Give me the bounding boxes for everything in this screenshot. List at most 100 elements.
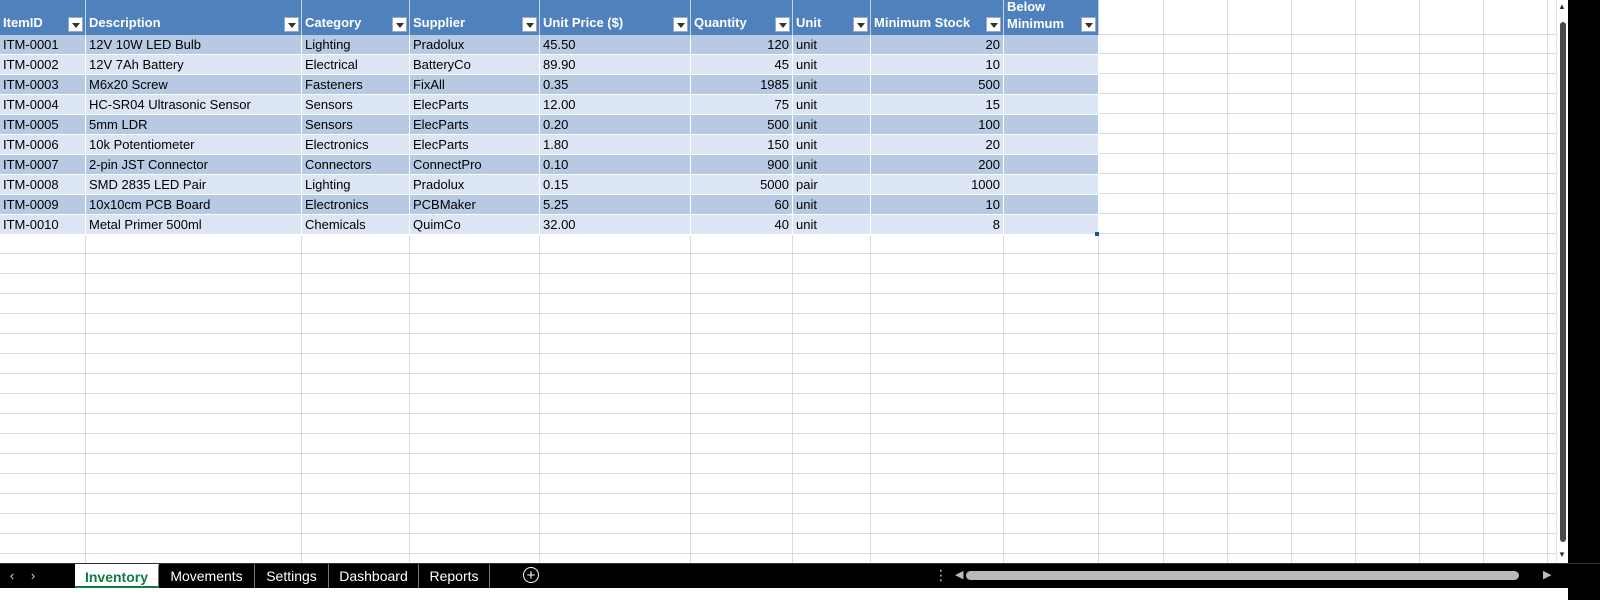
table-cell-price[interactable]: 5.25 — [540, 195, 691, 215]
table-cell-category[interactable]: Electronics — [302, 195, 410, 215]
table-cell-unit[interactable]: pair — [793, 175, 871, 195]
grid-cell[interactable] — [871, 454, 1004, 474]
grid-cell[interactable] — [1356, 74, 1420, 94]
sheet-tab[interactable]: Inventory — [75, 564, 159, 588]
grid-cell[interactable] — [1356, 34, 1420, 54]
filter-dropdown-icon[interactable] — [68, 17, 83, 32]
grid-cell[interactable] — [0, 474, 86, 494]
grid-cell[interactable] — [1484, 334, 1548, 354]
table-cell-supplier[interactable]: BatteryCo — [410, 55, 540, 75]
grid-cell[interactable] — [1099, 94, 1164, 114]
table-cell-below-min[interactable] — [1004, 135, 1099, 155]
grid-cell[interactable] — [1004, 294, 1099, 314]
grid-cell[interactable] — [540, 394, 691, 414]
table-cell-description[interactable]: 5mm LDR — [86, 115, 302, 135]
table-cell-category[interactable]: Electrical — [302, 55, 410, 75]
table-cell-description[interactable]: SMD 2835 LED Pair — [86, 175, 302, 195]
filter-dropdown-icon[interactable] — [986, 17, 1001, 32]
table-cell-description[interactable]: 10x10cm PCB Board — [86, 195, 302, 215]
table-cell-price[interactable]: 0.35 — [540, 75, 691, 95]
grid-cell[interactable] — [1164, 194, 1228, 214]
grid-cell[interactable] — [1228, 174, 1292, 194]
grid-cell[interactable] — [540, 274, 691, 294]
grid-cell[interactable] — [1420, 154, 1484, 174]
grid-cell[interactable] — [0, 354, 86, 374]
grid-cell[interactable] — [0, 254, 86, 274]
grid-cell[interactable] — [1292, 414, 1356, 434]
grid-cell[interactable] — [1099, 0, 1164, 35]
grid-cell[interactable] — [1420, 234, 1484, 254]
grid-cell[interactable] — [0, 314, 86, 334]
grid-cell[interactable] — [1164, 254, 1228, 274]
scroll-right-arrow-icon[interactable]: ▶ — [1543, 568, 1551, 581]
grid-cell[interactable] — [691, 474, 793, 494]
grid-cell[interactable] — [1292, 534, 1356, 554]
grid-cell[interactable] — [410, 314, 540, 334]
grid-cell[interactable] — [691, 234, 793, 254]
table-cell-supplier[interactable]: ElecParts — [410, 115, 540, 135]
table-cell-id[interactable]: ITM-0010 — [0, 215, 86, 235]
grid-cell[interactable] — [1356, 234, 1420, 254]
grid-cell[interactable] — [410, 334, 540, 354]
grid-cell[interactable] — [1356, 114, 1420, 134]
table-cell-category[interactable]: Lighting — [302, 175, 410, 195]
grid-cell[interactable] — [793, 314, 871, 334]
grid-cell[interactable] — [1484, 214, 1548, 234]
grid-cell[interactable] — [1164, 54, 1228, 74]
grid-cell[interactable] — [1099, 454, 1164, 474]
grid-cell[interactable] — [540, 414, 691, 434]
grid-cell[interactable] — [1164, 314, 1228, 334]
grid-cell[interactable] — [0, 234, 86, 254]
grid-cell[interactable] — [1484, 234, 1548, 254]
table-cell-supplier[interactable]: FixAll — [410, 75, 540, 95]
grid-cell[interactable] — [1484, 34, 1548, 54]
grid-cell[interactable] — [1356, 274, 1420, 294]
grid-cell[interactable] — [1292, 174, 1356, 194]
grid-cell[interactable] — [871, 394, 1004, 414]
grid-cell[interactable] — [86, 234, 302, 254]
grid-cell[interactable] — [871, 314, 1004, 334]
grid-cell[interactable] — [871, 434, 1004, 454]
grid-cell[interactable] — [793, 534, 871, 554]
grid-cell[interactable] — [1292, 254, 1356, 274]
sheet-tab[interactable]: Movements — [159, 564, 255, 588]
grid-cell[interactable] — [1164, 434, 1228, 454]
grid-cell[interactable] — [1356, 0, 1420, 35]
grid-cell[interactable] — [1292, 54, 1356, 74]
table-cell-quantity[interactable]: 900 — [691, 155, 793, 175]
grid-cell[interactable] — [1420, 254, 1484, 274]
spreadsheet-grid[interactable]: ItemID Description Category Supplier Unit Pr… — [0, 0, 1600, 572]
grid-cell[interactable] — [1099, 74, 1164, 94]
grid-cell[interactable] — [793, 414, 871, 434]
grid-cell[interactable] — [1356, 194, 1420, 214]
table-cell-supplier[interactable]: Pradolux — [410, 175, 540, 195]
grid-cell[interactable] — [1484, 374, 1548, 394]
table-cell-id[interactable]: ITM-0003 — [0, 75, 86, 95]
grid-cell[interactable] — [1228, 134, 1292, 154]
grid-cell[interactable] — [1484, 514, 1548, 534]
grid-cell[interactable] — [410, 354, 540, 374]
grid-cell[interactable] — [1164, 414, 1228, 434]
grid-cell[interactable] — [1228, 274, 1292, 294]
grid-cell[interactable] — [86, 354, 302, 374]
table-cell-below-min[interactable] — [1004, 35, 1099, 55]
grid-cell[interactable] — [302, 294, 410, 314]
grid-cell[interactable] — [1228, 334, 1292, 354]
column-header[interactable]: Below Minimum — [1004, 0, 1099, 35]
grid-cell[interactable] — [1004, 514, 1099, 534]
grid-cell[interactable] — [86, 474, 302, 494]
table-cell-quantity[interactable]: 40 — [691, 215, 793, 235]
table-cell-min-stock[interactable]: 10 — [871, 195, 1004, 215]
grid-cell[interactable] — [1099, 154, 1164, 174]
grid-cell[interactable] — [1099, 354, 1164, 374]
table-cell-unit[interactable]: unit — [793, 215, 871, 235]
scroll-left-arrow-icon[interactable]: ◀ — [955, 568, 963, 581]
grid-cell[interactable] — [1099, 34, 1164, 54]
grid-cell[interactable] — [1099, 194, 1164, 214]
grid-cell[interactable] — [1420, 294, 1484, 314]
table-cell-category[interactable]: Sensors — [302, 115, 410, 135]
grid-cell[interactable] — [540, 314, 691, 334]
table-cell-category[interactable]: Lighting — [302, 35, 410, 55]
grid-cell[interactable] — [793, 234, 871, 254]
table-cell-unit[interactable]: unit — [793, 95, 871, 115]
